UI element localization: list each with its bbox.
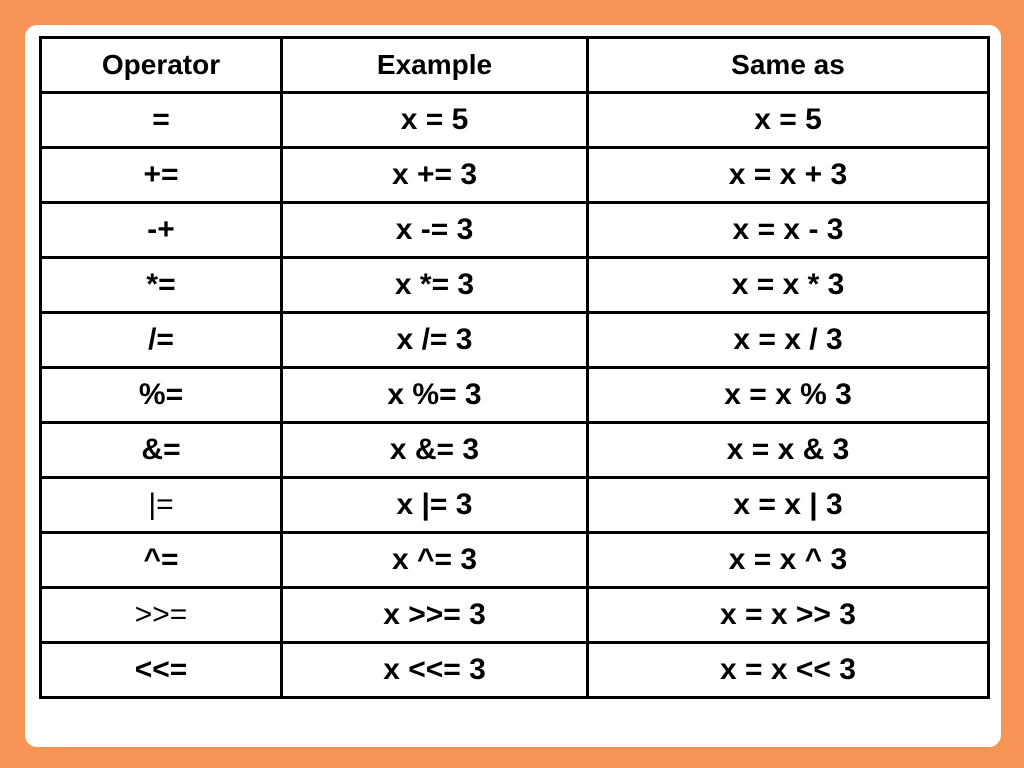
header-same-as: Same as xyxy=(586,36,990,94)
operator-cell: >>= xyxy=(39,586,283,644)
example-cell: x += 3 xyxy=(280,146,589,204)
operator-cell: /= xyxy=(39,311,283,369)
same-as-cell: x = x & 3 xyxy=(586,421,990,479)
operator-cell: |= xyxy=(39,476,283,534)
operator-cell: += xyxy=(39,146,283,204)
table-row: *= x *= 3 x = x * 3 xyxy=(39,256,990,314)
same-as-cell: x = x * 3 xyxy=(586,256,990,314)
header-example: Example xyxy=(280,36,589,94)
example-cell: x *= 3 xyxy=(280,256,589,314)
table-row: <<= x <<= 3 x = x << 3 xyxy=(39,641,990,699)
same-as-cell: x = x % 3 xyxy=(586,366,990,424)
table-row: = x = 5 x = 5 xyxy=(39,91,990,149)
assignment-operators-table: Operator Example Same as = x = 5 x = 5 +… xyxy=(39,36,990,699)
content-card: Operator Example Same as = x = 5 x = 5 +… xyxy=(25,25,1001,747)
table-row: ^= x ^= 3 x = x ^ 3 xyxy=(39,531,990,589)
example-cell: x &= 3 xyxy=(280,421,589,479)
example-cell: x >>= 3 xyxy=(280,586,589,644)
example-cell: x ^= 3 xyxy=(280,531,589,589)
operator-cell: ^= xyxy=(39,531,283,589)
operator-cell: -+ xyxy=(39,201,283,259)
table-row: -+ x -= 3 x = x - 3 xyxy=(39,201,990,259)
example-cell: x -= 3 xyxy=(280,201,589,259)
same-as-cell: x = x / 3 xyxy=(586,311,990,369)
operator-cell: <<= xyxy=(39,641,283,699)
same-as-cell: x = x + 3 xyxy=(586,146,990,204)
table-row: >>= x >>= 3 x = x >> 3 xyxy=(39,586,990,644)
same-as-cell: x = x << 3 xyxy=(586,641,990,699)
example-cell: x = 5 xyxy=(280,91,589,149)
header-operator: Operator xyxy=(39,36,283,94)
table-row: &= x &= 3 x = x & 3 xyxy=(39,421,990,479)
same-as-cell: x = x | 3 xyxy=(586,476,990,534)
same-as-cell: x = x - 3 xyxy=(586,201,990,259)
example-cell: x /= 3 xyxy=(280,311,589,369)
example-cell: x <<= 3 xyxy=(280,641,589,699)
table-row: /= x /= 3 x = x / 3 xyxy=(39,311,990,369)
same-as-cell: x = 5 xyxy=(586,91,990,149)
table-header-row: Operator Example Same as xyxy=(39,36,990,94)
operator-cell: %= xyxy=(39,366,283,424)
table-row: |= x |= 3 x = x | 3 xyxy=(39,476,990,534)
operator-cell: &= xyxy=(39,421,283,479)
table-row: %= x %= 3 x = x % 3 xyxy=(39,366,990,424)
table-row: += x += 3 x = x + 3 xyxy=(39,146,990,204)
operator-cell: = xyxy=(39,91,283,149)
same-as-cell: x = x >> 3 xyxy=(586,586,990,644)
same-as-cell: x = x ^ 3 xyxy=(586,531,990,589)
operator-cell: *= xyxy=(39,256,283,314)
example-cell: x %= 3 xyxy=(280,366,589,424)
example-cell: x |= 3 xyxy=(280,476,589,534)
